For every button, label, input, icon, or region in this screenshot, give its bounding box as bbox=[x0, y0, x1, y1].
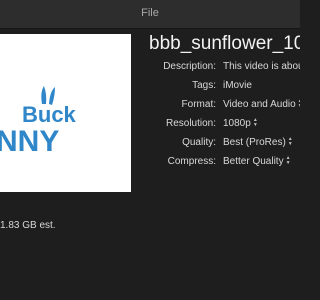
big-buck-bunny-logo: Buck NNY bbox=[0, 86, 77, 158]
size-estimate: 1.83 GB est. bbox=[0, 220, 56, 231]
detail-value: This video is about bbox=[223, 61, 300, 72]
file-name-field[interactable]: bbb_sunflower_10 bbox=[149, 33, 300, 55]
detail-popup-button[interactable]: Better Quality ▲ ▼ bbox=[223, 156, 300, 167]
up-down-chevron-icon: ▲▼ bbox=[252, 118, 258, 129]
detail-label: Resolution: bbox=[165, 118, 216, 129]
detail-label: Compress: bbox=[167, 156, 216, 167]
detail-value: Video and Audio bbox=[223, 99, 296, 110]
detail-field[interactable]: iMovie bbox=[223, 80, 300, 91]
up-down-chevron-icon: ▲▼ bbox=[285, 156, 291, 167]
detail-label: Quality: bbox=[182, 137, 216, 148]
detail-value: Better Quality bbox=[223, 156, 284, 167]
detail-field[interactable]: This video is about bbox=[223, 61, 300, 72]
detail-value: iMovie bbox=[223, 80, 252, 91]
window-title: File bbox=[141, 7, 159, 19]
detail-popup-button[interactable]: Best (ProRes) ▲ ▼ bbox=[223, 137, 300, 148]
window-titlebar: File bbox=[0, 0, 300, 29]
detail-label: Tags: bbox=[192, 80, 216, 91]
detail-label: Description: bbox=[163, 61, 216, 72]
video-thumbnail: Buck NNY bbox=[0, 34, 131, 192]
up-down-chevron-icon: ▲▼ bbox=[298, 99, 300, 109]
detail-value: Best (ProRes) bbox=[223, 137, 286, 148]
logo-text-bottom: NNY bbox=[0, 125, 59, 158]
detail-value: 1080p bbox=[223, 118, 251, 129]
logo-text-top: Buck bbox=[22, 102, 77, 127]
detail-popup-button[interactable]: Video and Audio▲▼ bbox=[223, 99, 300, 110]
up-down-chevron-icon: ▲▼ bbox=[287, 137, 293, 148]
detail-popup-button[interactable]: 1080p ▲ ▼ bbox=[223, 118, 300, 129]
detail-label: Format: bbox=[181, 99, 216, 110]
